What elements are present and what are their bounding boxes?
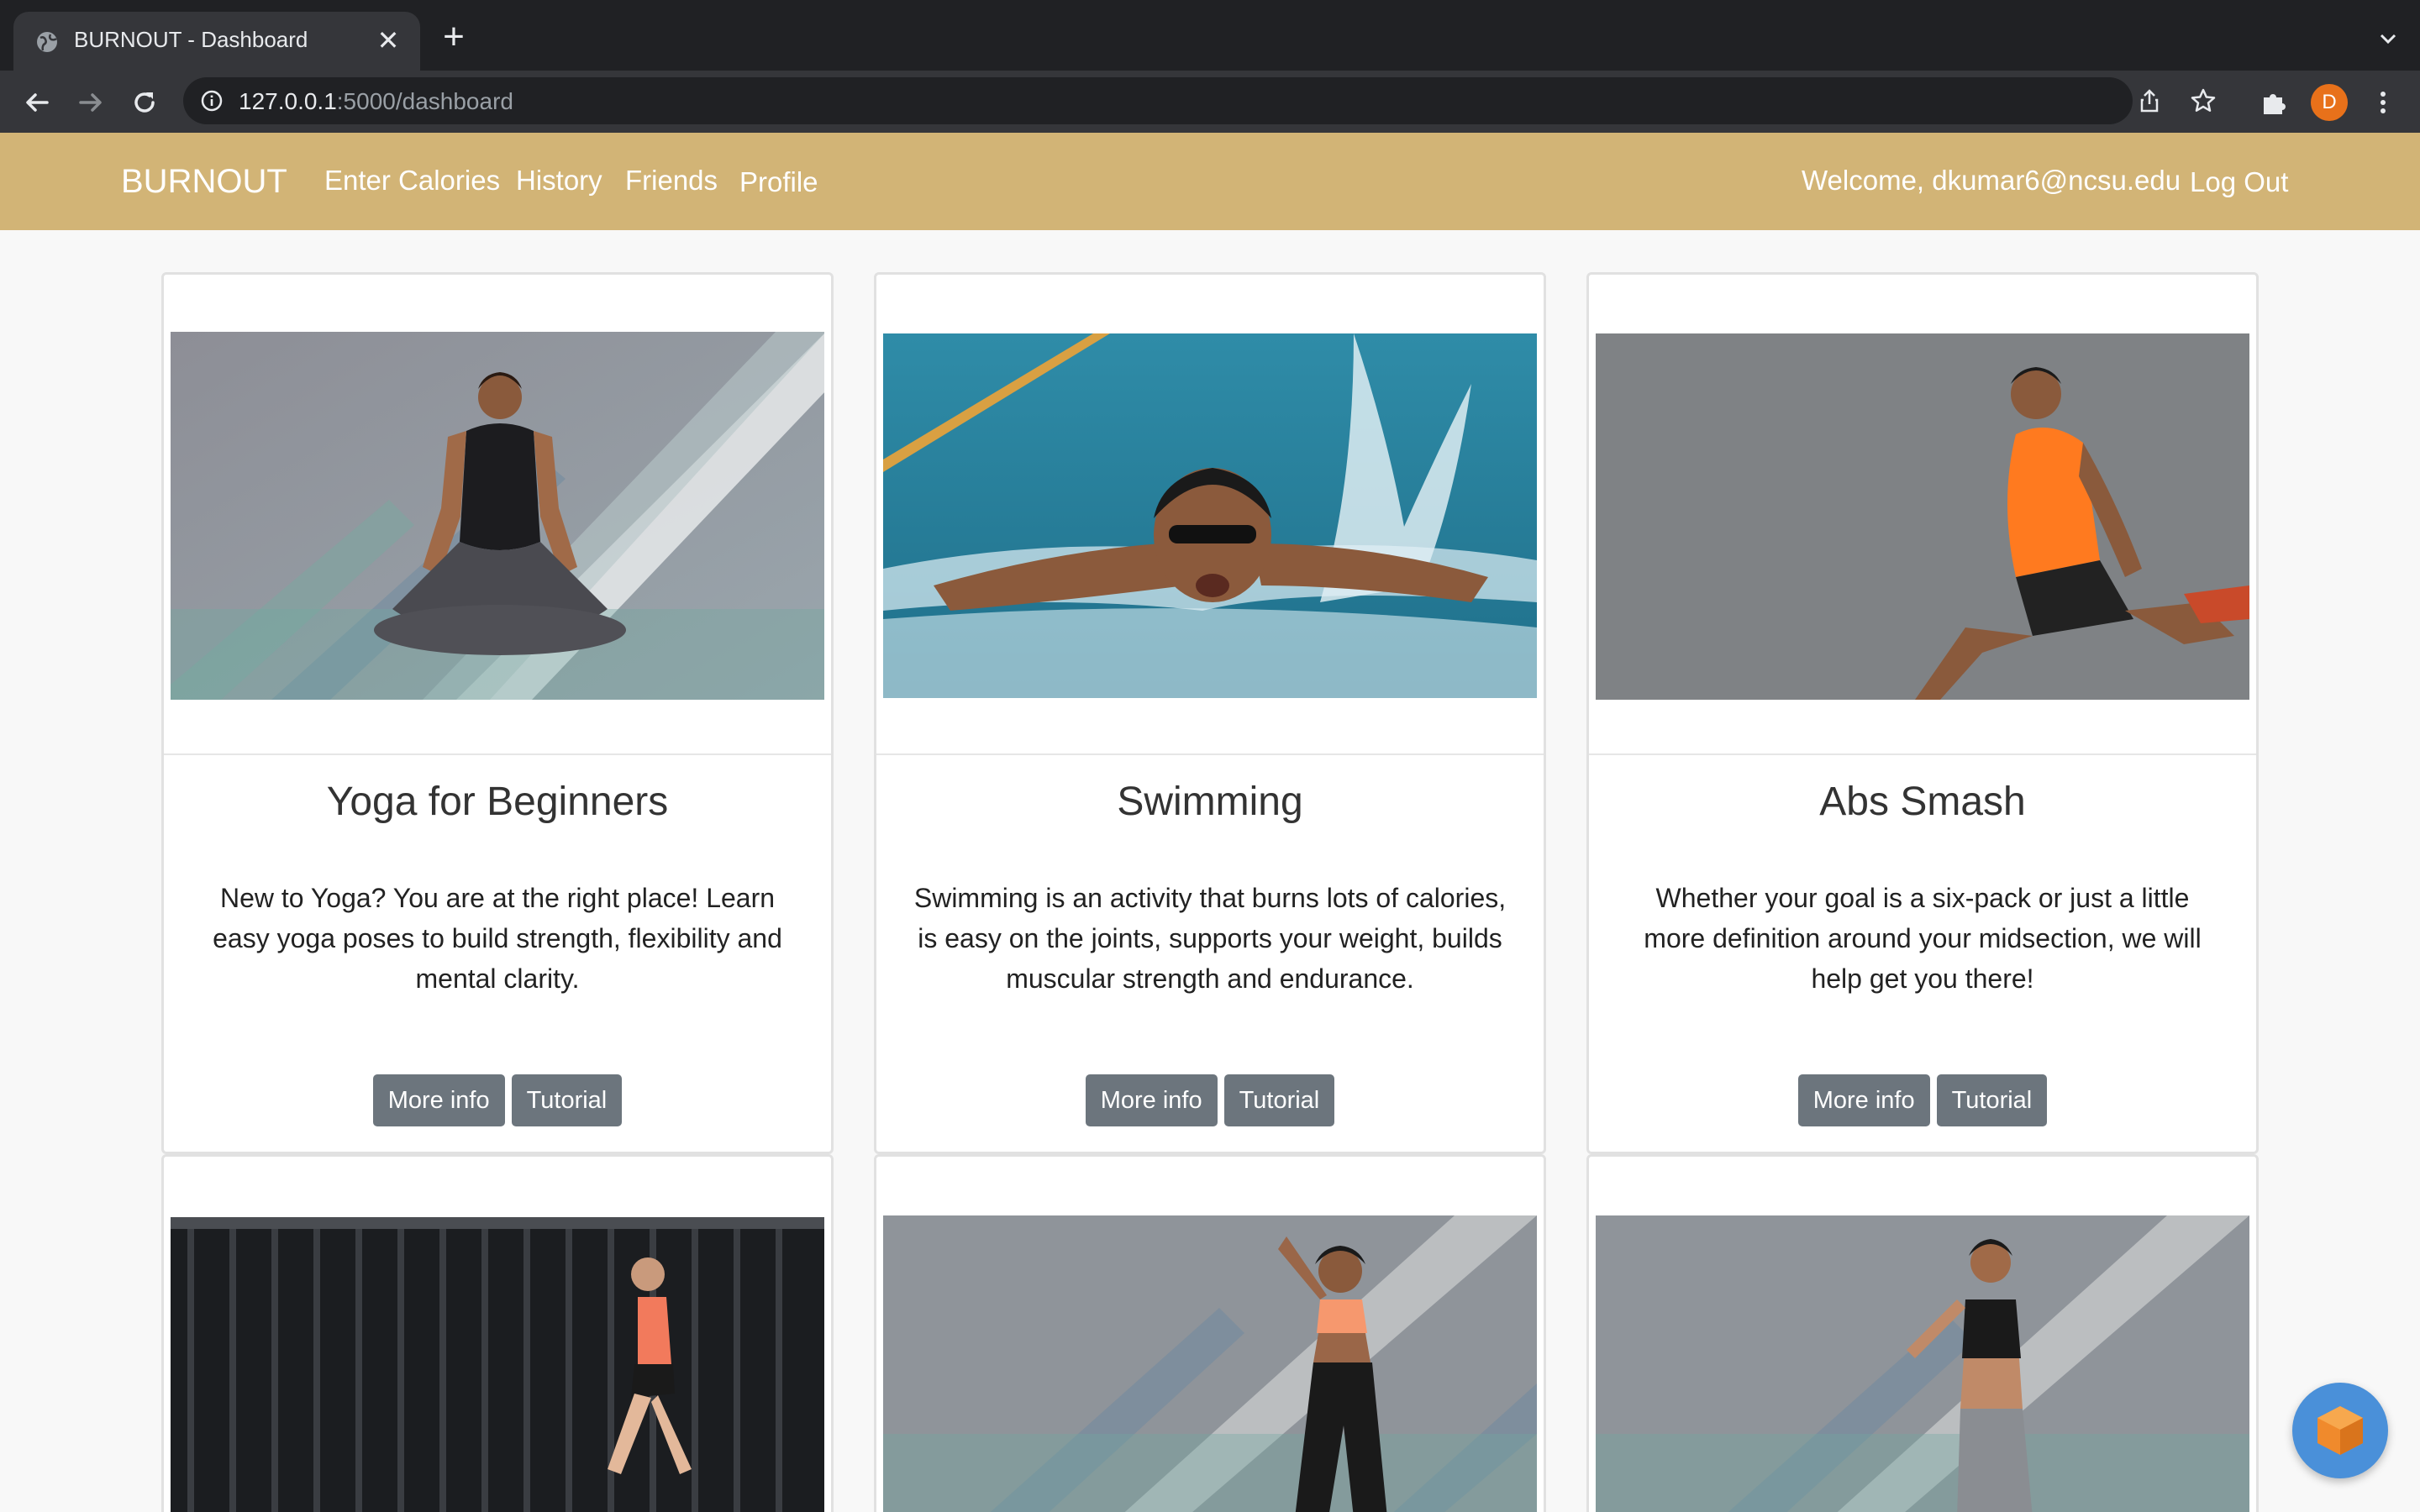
url-text: 127.0.0.1:5000/dashboard	[239, 88, 513, 115]
man-swimming-butterfly-photo	[883, 333, 1537, 698]
browser-toolbar: 127.0.0.1:5000/dashboard D	[0, 71, 2420, 133]
share-icon[interactable]	[2136, 87, 2163, 114]
workout-card	[1586, 1154, 2259, 1512]
kebab-menu-icon[interactable]	[2368, 87, 2398, 118]
card-description: Whether your goal is a six-pack or just …	[1644, 883, 2202, 994]
woman-walking-photo	[171, 1217, 824, 1512]
nav-link-friends[interactable]: Friends	[625, 165, 718, 197]
card-title: Yoga for Beginners	[326, 780, 669, 824]
card-description: Swimming is an activity that burns lots …	[913, 883, 1507, 994]
workout-card: Abs Smash Whether your goal is a six-pac…	[1586, 272, 2259, 1154]
workout-card	[161, 1154, 834, 1512]
card-divider	[876, 753, 1544, 755]
woman-waving-photo	[883, 1215, 1537, 1512]
browser-tab[interactable]: BURNOUT - Dashboard ✕	[13, 12, 420, 71]
chevron-down-icon[interactable]	[2376, 27, 2400, 50]
card-actions: More info Tutorial	[1589, 1074, 2256, 1126]
new-tab-button[interactable]: +	[437, 18, 471, 55]
card-title: Abs Smash	[1819, 780, 2026, 824]
logout-link[interactable]: Log Out	[2190, 166, 2288, 198]
tutorial-button[interactable]: Tutorial	[1223, 1074, 1335, 1126]
reload-icon[interactable]	[126, 84, 163, 121]
card-description: New to Yoga? You are at the right place!…	[213, 883, 782, 994]
brand-logo[interactable]: BURNOUT	[121, 163, 287, 201]
tab-title: BURNOUT - Dashboard	[74, 27, 308, 52]
tutorial-button[interactable]: Tutorial	[1936, 1074, 2048, 1126]
globe-icon	[37, 32, 57, 52]
nav-link-profile[interactable]: Profile	[739, 166, 818, 198]
close-tab-icon[interactable]: ✕	[375, 27, 402, 54]
card-divider	[164, 753, 831, 755]
profile-avatar[interactable]: D	[2311, 84, 2348, 121]
cube-icon	[2317, 1406, 2363, 1455]
nav-link-history[interactable]: History	[516, 165, 602, 197]
forward-arrow-icon[interactable]	[72, 84, 109, 121]
workout-card: Yoga for Beginners New to Yoga? You are …	[161, 272, 834, 1154]
url-host: 127.0.0.1	[239, 88, 337, 114]
browser-tab-strip: BURNOUT - Dashboard ✕ +	[0, 0, 2420, 71]
more-info-button[interactable]: More info	[372, 1074, 505, 1126]
card-actions: More info Tutorial	[164, 1074, 831, 1126]
more-info-button[interactable]: More info	[1085, 1074, 1218, 1126]
man-stretching-photo	[1596, 333, 2249, 700]
card-title: Swimming	[1117, 780, 1303, 824]
floating-assistant-button[interactable]	[2292, 1383, 2388, 1478]
back-arrow-icon[interactable]	[18, 84, 55, 121]
address-bar[interactable]: 127.0.0.1:5000/dashboard	[183, 77, 2216, 124]
woman-dancing-photo	[1596, 1215, 2249, 1512]
workout-card: Swimming Swimming is an activity that bu…	[874, 272, 1546, 1154]
card-divider	[1589, 753, 2256, 755]
card-actions: More info Tutorial	[876, 1074, 1544, 1126]
woman-meditating-photo	[171, 332, 824, 700]
more-info-button[interactable]: More info	[1797, 1074, 1930, 1126]
tutorial-button[interactable]: Tutorial	[511, 1074, 623, 1126]
nav-link-enter-calories[interactable]: Enter Calories	[324, 165, 500, 197]
bookmark-star-icon[interactable]	[2190, 87, 2217, 114]
workout-card	[874, 1154, 1546, 1512]
extensions-puzzle-icon[interactable]	[2259, 87, 2289, 118]
site-info-icon[interactable]	[200, 89, 224, 113]
welcome-message: Welcome, dkumar6@ncsu.edu	[1802, 165, 2181, 196]
app-navbar: BURNOUT Enter Calories History Friends P…	[0, 133, 2420, 230]
url-path: :5000/dashboard	[336, 88, 513, 114]
